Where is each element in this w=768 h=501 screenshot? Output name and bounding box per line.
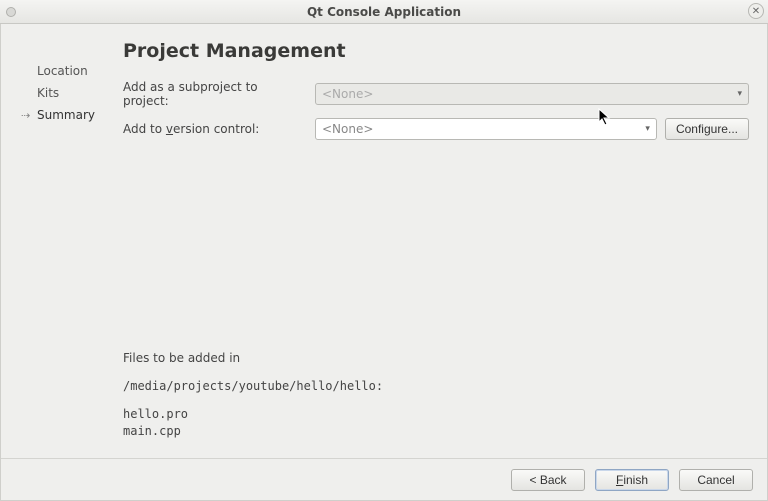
configure-button[interactable]: Configure... — [665, 118, 749, 140]
wizard-footer: < Back Finish Cancel — [1, 458, 767, 500]
vcs-combo[interactable]: <None> ▾ — [315, 118, 657, 140]
window-body: Location Kits ⇢ Summary Project Manageme… — [0, 24, 768, 501]
sidebar-item-location: Location — [37, 64, 119, 78]
vcs-label-pre: Add to — [123, 122, 166, 136]
sidebar-item-label: Summary — [37, 108, 95, 122]
sidebar-item-label: Location — [37, 64, 88, 78]
back-button[interactable]: < Back — [511, 469, 585, 491]
arrow-right-icon: ⇢ — [21, 109, 35, 122]
files-path: /media/projects/youtube/hello/hello: — [123, 378, 749, 394]
vcs-value: <None> — [322, 122, 373, 136]
files-heading: Files to be added in — [123, 350, 749, 366]
sidebar-item-summary: ⇢ Summary — [37, 108, 119, 122]
subproject-value: <None> — [322, 87, 373, 101]
subproject-label: Add as a subproject to project: — [123, 80, 307, 108]
vcs-row: Add to version control: <None> ▾ Configu… — [123, 118, 749, 140]
window-menu-icon[interactable] — [6, 7, 16, 17]
page-title: Project Management — [123, 40, 749, 62]
chevron-down-icon: ▾ — [737, 89, 742, 99]
sidebar-item-label: Kits — [37, 86, 59, 100]
finish-mnemonic: F — [616, 473, 623, 487]
vcs-label-post: ersion control: — [173, 122, 259, 136]
finish-label-post: inish — [623, 473, 648, 487]
wizard-sidebar: Location Kits ⇢ Summary — [19, 40, 119, 448]
close-icon[interactable]: ✕ — [748, 3, 764, 19]
files-block: Files to be added in /media/projects/you… — [123, 350, 749, 439]
files-list: hello.pro main.cpp — [123, 406, 749, 438]
finish-button[interactable]: Finish — [595, 469, 669, 491]
titlebar: Qt Console Application ✕ — [0, 0, 768, 24]
subproject-row: Add as a subproject to project: <None> ▾ — [123, 80, 749, 108]
main-panel: Project Management Add as a subproject t… — [119, 40, 749, 448]
subproject-combo: <None> ▾ — [315, 83, 749, 105]
window-title: Qt Console Application — [307, 5, 461, 19]
cancel-button[interactable]: Cancel — [679, 469, 753, 491]
chevron-down-icon: ▾ — [645, 124, 650, 134]
vcs-label-mnemonic: v — [166, 122, 173, 136]
vcs-label: Add to version control: — [123, 122, 307, 136]
content-area: Location Kits ⇢ Summary Project Manageme… — [1, 24, 767, 458]
sidebar-item-kits: Kits — [37, 86, 119, 100]
